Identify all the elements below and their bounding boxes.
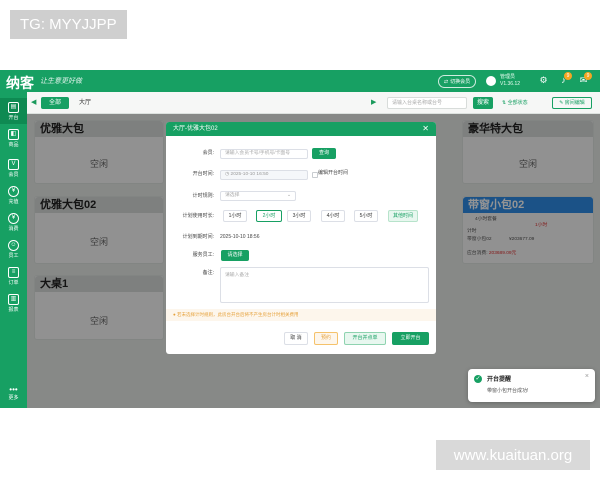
- open-table-dialog: 大厅-优雅大包02 ✕ 会员: 请输入会员卡号/手机号/卡面号 查询 开台时间:…: [166, 122, 436, 354]
- brand-slogan: 让生意更好做: [40, 78, 82, 85]
- sidebar-item-label: 商品: [8, 141, 19, 148]
- end-time-value: 2025-10-10 18:56: [220, 234, 260, 240]
- sidebar-item-label: 消费: [8, 225, 19, 232]
- duration-option-4[interactable]: 4小时: [321, 210, 345, 222]
- open-and-order-button[interactable]: 开台并点单: [344, 332, 386, 345]
- message-badge: 9: [584, 72, 592, 80]
- watermark: www.kuaituan.org: [436, 440, 590, 470]
- rule-select-value: 请选择: [225, 193, 240, 198]
- duration-label: 计划使用时长:: [182, 213, 214, 219]
- switch-icon: ⇄: [443, 78, 449, 85]
- settings-icon[interactable]: ⚙: [538, 75, 549, 86]
- clock-icon: ◷: [225, 172, 230, 177]
- top-bar: 纳客 让生意更好做 ⇄ 切换会员 管理员 V1.36.12 ⚙ ♪ 9 ✉ 9: [0, 70, 600, 92]
- reserve-button[interactable]: 预约: [314, 332, 338, 345]
- close-icon[interactable]: ×: [585, 373, 589, 380]
- open-now-button[interactable]: 立即开台: [392, 332, 429, 345]
- filter-icon: ⇅: [502, 100, 507, 106]
- sidebar-item-label: 会员: [8, 171, 19, 178]
- rule-select[interactable]: 请选择 ⌄: [220, 191, 296, 201]
- end-time-label: 计划到期时间:: [182, 234, 214, 240]
- warning-banner: ● 若未选择计时规则，此房台开台后将不产生房台计时相关费用: [166, 309, 436, 321]
- sidebar-item-more[interactable]: ••• 更多: [0, 380, 27, 406]
- sidebar: ▤ 开台 ◧ 商品 V 会员 ¥ 充值 ¥ 消费 ☺ 员工 ≡ 订单 ▥ 报表 ••• 更多: [0, 92, 27, 408]
- member-label: 会员:: [202, 150, 214, 156]
- cancel-button[interactable]: 取 消: [284, 332, 308, 345]
- sidebar-item-label: 员工: [8, 252, 19, 259]
- sidebar-item-label: 报表: [8, 306, 19, 313]
- start-time-field: ◷ 2025-10-10 16:50: [220, 170, 308, 180]
- start-time-value: 2025-10-10 16:50: [230, 172, 269, 177]
- recharge-icon: ¥: [8, 185, 19, 197]
- tg-label: TG: MYYJJPP: [10, 10, 127, 39]
- duration-option-2[interactable]: 2小时: [256, 210, 282, 222]
- area-tab-bar: ◀ 全部 大厅 ▶ 请输入台桌名称或台号 搜索 ⇅ 全部状态 ✎ 房间编辑: [27, 92, 600, 114]
- scroll-right-icon[interactable]: ▶: [371, 98, 379, 108]
- edit-start-label: 编辑开台时间: [318, 170, 349, 176]
- sidebar-item-staff[interactable]: ☺ 员工: [0, 236, 27, 262]
- notify-badge: 9: [564, 72, 572, 80]
- start-time-label: 开台时间:: [192, 171, 214, 177]
- dialog-header: 大厅-优雅大包02 ✕: [166, 122, 436, 136]
- duration-option-1[interactable]: 1小时: [223, 210, 247, 222]
- user-name: 管理员: [500, 74, 516, 80]
- edit-icon: ✎: [559, 100, 564, 106]
- user-info[interactable]: 管理员 V1.36.12: [500, 74, 520, 88]
- sidebar-item-order[interactable]: ≡ 订单: [0, 263, 27, 289]
- warning-text: 若未选择计时规则，此房台开台后将不产生房台计时相关费用: [176, 312, 299, 317]
- switch-member-label: 切换会员: [450, 79, 471, 85]
- app-version: V1.36.12: [500, 81, 521, 87]
- consume-icon: ¥: [8, 212, 19, 224]
- status-filter[interactable]: ⇅ 全部状态: [502, 98, 528, 108]
- duration-option-other[interactable]: 其他时间: [388, 210, 418, 222]
- room-edit-button[interactable]: ✎ 房间编辑: [552, 97, 592, 109]
- status-filter-label: 全部状态: [507, 100, 528, 106]
- duration-option-5[interactable]: 5小时: [354, 210, 378, 222]
- staff-label: 服务员工:: [192, 252, 214, 258]
- sidebar-item-goods[interactable]: ◧ 商品: [0, 125, 27, 151]
- tab-all[interactable]: 全部: [41, 97, 69, 109]
- sidebar-item-label: 开台: [8, 114, 19, 121]
- close-icon[interactable]: ✕: [422, 122, 429, 136]
- success-icon: ✓: [474, 375, 482, 383]
- sidebar-item-report[interactable]: ▥ 报表: [0, 290, 27, 316]
- warning-icon: ●: [173, 312, 176, 317]
- more-icon: •••: [9, 384, 18, 394]
- table-icon: ▤: [8, 101, 19, 113]
- rule-label: 计时规则:: [192, 193, 214, 199]
- order-icon: ≡: [8, 266, 19, 278]
- sidebar-item-label: 订单: [8, 279, 19, 286]
- scroll-left-icon[interactable]: ◀: [31, 98, 39, 108]
- goods-icon: ◧: [8, 128, 19, 140]
- sidebar-item-consume[interactable]: ¥ 消费: [0, 209, 27, 235]
- dialog-title: 大厅-优雅大包02: [173, 126, 218, 132]
- sidebar-item-label: 充值: [8, 198, 19, 205]
- sidebar-item-recharge[interactable]: ¥ 充值: [0, 182, 27, 208]
- search-button[interactable]: 搜索: [473, 97, 493, 109]
- duration-option-3[interactable]: 3小时: [287, 210, 311, 222]
- success-toast: ✓ 开台提醒 带窗小包开台成功! ×: [468, 369, 595, 402]
- vip-icon: V: [8, 158, 19, 170]
- sidebar-item-vip[interactable]: V 会员: [0, 155, 27, 181]
- tab-hall[interactable]: 大厅: [73, 97, 97, 109]
- room-edit-label: 房间编辑: [564, 100, 585, 106]
- sidebar-item-label: 更多: [8, 394, 19, 401]
- report-icon: ▥: [8, 293, 19, 305]
- switch-member-button[interactable]: ⇄ 切换会员: [438, 75, 476, 88]
- brand-logo: 纳客: [6, 76, 34, 92]
- sidebar-item-table[interactable]: ▤ 开台: [0, 98, 27, 124]
- remark-textarea[interactable]: 请输入备注: [220, 267, 429, 303]
- chevron-down-icon: ⌄: [286, 193, 291, 198]
- search-input[interactable]: 请输入台桌名称或台号: [387, 97, 467, 109]
- toast-title: 开台提醒: [487, 377, 512, 383]
- toast-message: 带窗小包开台成功!: [487, 388, 529, 394]
- staff-select-button[interactable]: 请选择: [221, 250, 249, 261]
- member-input[interactable]: 请输入会员卡号/手机号/卡面号: [220, 149, 308, 159]
- remark-label: 备注:: [202, 270, 214, 276]
- query-button[interactable]: 查询: [312, 148, 336, 159]
- avatar[interactable]: [486, 76, 496, 86]
- staff-icon: ☺: [8, 239, 19, 251]
